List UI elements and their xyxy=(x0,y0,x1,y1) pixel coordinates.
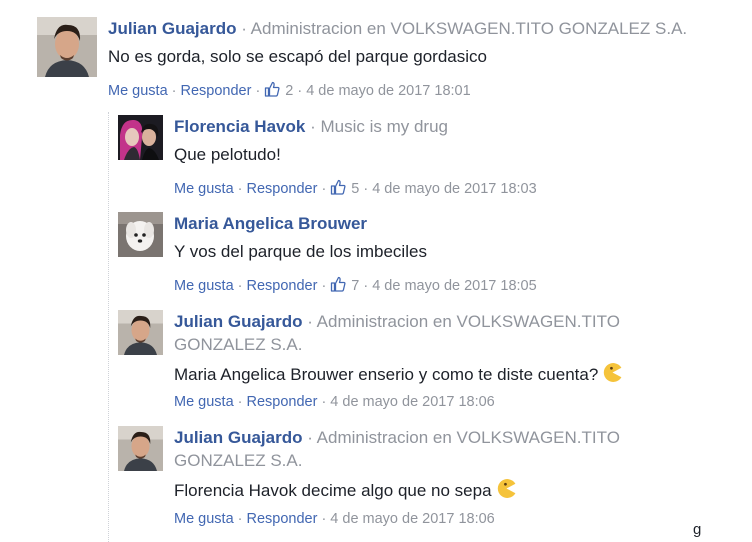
comment-text: Que pelotudo! xyxy=(174,145,281,164)
like-count[interactable]: 2 xyxy=(285,83,293,99)
timestamp[interactable]: 4 de mayo de 2017 18:01 xyxy=(306,83,470,99)
reply-button[interactable]: Responder xyxy=(247,181,318,197)
like-button[interactable]: Me gusta xyxy=(174,394,234,410)
like-button[interactable]: Me gusta xyxy=(108,83,168,99)
author-work-continued: GONZALEZ S.A. xyxy=(174,451,303,470)
comment-text: Florencia Havok decime algo que no sepa xyxy=(174,478,517,502)
comment-text: Maria Angelica Brouwer enserio y como te… xyxy=(174,362,623,386)
timestamp[interactable]: 4 de mayo de 2017 18:03 xyxy=(372,181,536,197)
separator-dot: · xyxy=(307,428,317,447)
comment-actions: Me gusta · Responder · 4 de mayo de 2017 18:… xyxy=(174,394,495,410)
cut-off-text-fragment: g xyxy=(693,521,702,538)
pacman-emoji-icon xyxy=(497,479,515,498)
man-portrait-icon xyxy=(118,310,163,355)
couple-photo-icon xyxy=(118,115,163,160)
reply-button[interactable]: Responder xyxy=(247,278,318,294)
reply-button[interactable]: Responder xyxy=(247,394,318,410)
comment-text-body: Florencia Havok decime algo que no sepa xyxy=(174,481,492,500)
thumbs-up-icon[interactable] xyxy=(264,81,280,97)
comment-header: Florencia Havok · Music is my drug xyxy=(174,115,448,138)
author-work-continued: GONZALEZ S.A. xyxy=(174,335,303,354)
author-name[interactable]: Julian Guajardo xyxy=(108,19,236,38)
comment-actions: Me gusta · Responder · 7 · 4 de mayo de 2017 1… xyxy=(174,276,537,294)
thumbs-up-icon[interactable] xyxy=(330,179,346,195)
comment-header: Julian Guajardo · Administracion en VOLK… xyxy=(174,310,620,333)
author-name[interactable]: Julian Guajardo xyxy=(174,428,302,447)
comment-actions: Me gusta · Responder · 2 · 4 de mayo de 2017 1… xyxy=(108,81,471,99)
author-work: Administracion en VOLKSWAGEN.TITO GONZAL… xyxy=(250,19,688,38)
thumbs-up-icon[interactable] xyxy=(330,276,346,292)
author-name[interactable]: Julian Guajardo xyxy=(174,312,302,331)
author-name[interactable]: Florencia Havok xyxy=(174,117,305,136)
like-button[interactable]: Me gusta xyxy=(174,278,234,294)
dog-photo-icon xyxy=(118,212,163,257)
comment-text: No es gorda, solo se escapó del parque g… xyxy=(108,47,487,66)
author-work: Administracion en VOLKSWAGEN.TITO xyxy=(316,312,620,331)
author-work: Music is my drug xyxy=(320,117,448,136)
like-button[interactable]: Me gusta xyxy=(174,511,234,527)
man-portrait-icon xyxy=(37,17,97,77)
comment-actions: Me gusta · Responder · 5 · 4 de mayo de 2017 1… xyxy=(174,179,537,197)
separator-dot: · xyxy=(307,312,317,331)
timestamp[interactable]: 4 de mayo de 2017 18:06 xyxy=(330,511,494,527)
avatar[interactable] xyxy=(118,310,163,355)
man-portrait-icon xyxy=(118,426,163,471)
comment-text-body: Maria Angelica Brouwer enserio y como te… xyxy=(174,365,599,384)
avatar[interactable] xyxy=(118,115,163,160)
author-name[interactable]: Maria Angelica Brouwer xyxy=(174,214,367,233)
author-work: Administracion en VOLKSWAGEN.TITO xyxy=(316,428,620,447)
comment-text: Y vos del parque de los imbeciles xyxy=(174,242,427,261)
avatar[interactable] xyxy=(118,212,163,257)
timestamp[interactable]: 4 de mayo de 2017 18:05 xyxy=(372,278,536,294)
separator-dot: · xyxy=(241,19,251,38)
reply-button[interactable]: Responder xyxy=(181,83,252,99)
like-count[interactable]: 7 xyxy=(351,278,359,294)
comment-header: Julian Guajardo · Administracion en VOLK… xyxy=(174,426,620,449)
comment-header: Julian Guajardo · Administracion en VOLK… xyxy=(108,17,687,40)
comment-header: Maria Angelica Brouwer xyxy=(174,212,367,235)
separator-dot: · xyxy=(310,117,321,136)
reply-button[interactable]: Responder xyxy=(247,511,318,527)
avatar[interactable] xyxy=(118,426,163,471)
like-button[interactable]: Me gusta xyxy=(174,181,234,197)
timestamp[interactable]: 4 de mayo de 2017 18:06 xyxy=(330,394,494,410)
comment-actions: Me gusta · Responder · 4 de mayo de 2017 18:… xyxy=(174,511,495,527)
pacman-emoji-icon xyxy=(604,363,622,382)
avatar[interactable] xyxy=(37,17,97,77)
like-count[interactable]: 5 xyxy=(351,181,359,197)
reply-thread-line xyxy=(108,112,109,542)
